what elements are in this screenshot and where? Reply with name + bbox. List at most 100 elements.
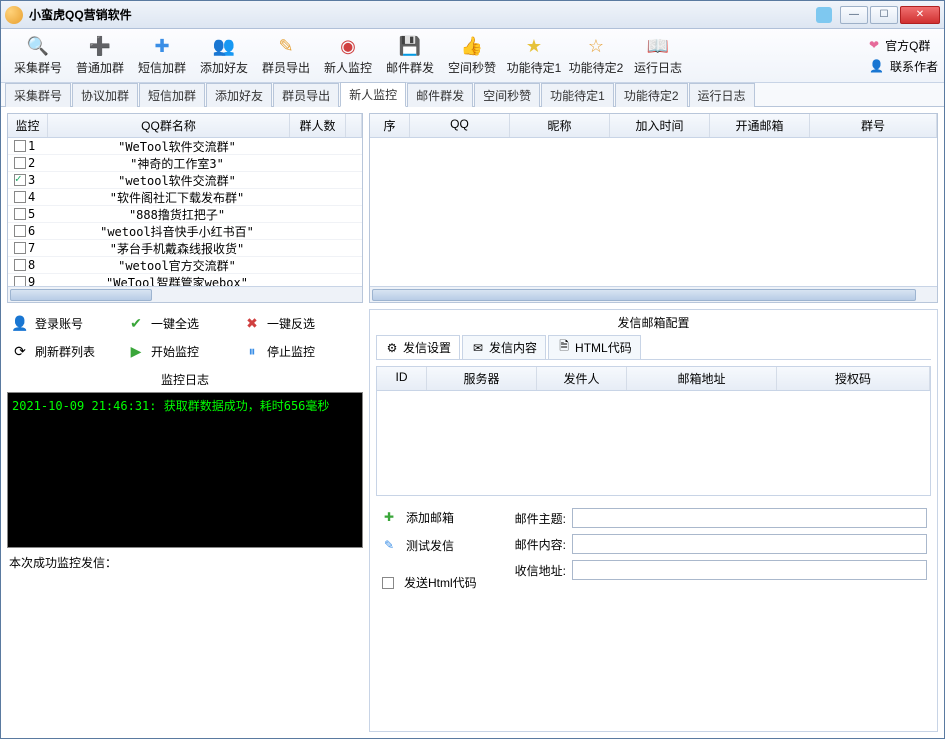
row-groupname: "软件阁社汇下载发布群" <box>48 189 306 206</box>
monitor-footer: 本次成功监控发信： <box>7 548 363 577</box>
maximize-button[interactable]: ☐ <box>870 6 898 24</box>
link-official-group[interactable]: ❤官方Q群 <box>869 37 938 54</box>
hscrollbar[interactable] <box>8 286 362 302</box>
btn-login-account[interactable]: 👤登录账号 <box>11 311 123 335</box>
result-grid-body[interactable] <box>370 138 937 286</box>
rcol-5[interactable]: 群号 <box>810 114 937 137</box>
main-toolbar: 🔍采集群号➕普通加群✚短信加群👥添加好友✎群员导出◉新人监控💾邮件群发👍空间秒赞… <box>1 29 944 83</box>
tool-export-members[interactable]: ✎群员导出 <box>255 35 317 76</box>
btn-add-mailbox[interactable]: ✚添加邮箱 <box>380 508 500 526</box>
row-checkbox[interactable] <box>14 191 26 203</box>
tab-2[interactable]: 短信加群 <box>139 83 205 107</box>
row-checkbox[interactable] <box>14 259 26 271</box>
row-checkbox[interactable] <box>14 174 26 186</box>
label-recv: 收信地址: <box>508 562 566 579</box>
monitor-log[interactable]: 2021-10-09 21:46:31: 获取群数据成功，耗时656毫秒 <box>7 392 363 548</box>
col-groupname[interactable]: QQ群名称 <box>48 114 290 137</box>
tab-0[interactable]: 采集群号 <box>5 83 71 107</box>
add-friend-icon: 👥 <box>213 35 235 57</box>
tab-6[interactable]: 邮件群发 <box>407 83 473 107</box>
scol-0[interactable]: ID <box>377 367 427 390</box>
row-groupname: "茅台手机戴森线报收货" <box>48 240 306 257</box>
html-code-icon: 🗎 <box>557 341 571 355</box>
btn-invert-select[interactable]: ✖一键反选 <box>243 311 355 335</box>
close-button[interactable]: ✕ <box>900 6 940 24</box>
inner-tab-send-settings[interactable]: ⚙发信设置 <box>376 335 460 359</box>
table-row[interactable]: 7 "茅台手机戴森线报收货" <box>8 240 362 257</box>
table-row[interactable]: 5"888撸货扛把子" <box>8 206 362 223</box>
input-recv[interactable] <box>572 560 927 580</box>
invert-select-label: 一键反选 <box>267 315 315 332</box>
table-row[interactable]: 8"wetool官方交流群" <box>8 257 362 274</box>
tab-5[interactable]: 新人监控 <box>340 82 406 107</box>
table-row[interactable]: 1"WeTool软件交流群" <box>8 138 362 155</box>
hscrollbar-right[interactable] <box>370 286 937 302</box>
tool-space-like[interactable]: 👍空间秒赞 <box>441 35 503 76</box>
btn-start-monitor[interactable]: ▶开始监控 <box>127 339 239 363</box>
scol-1[interactable]: 服务器 <box>427 367 537 390</box>
tool-mail-send[interactable]: 💾邮件群发 <box>379 35 441 76</box>
tab-4[interactable]: 群员导出 <box>273 83 339 107</box>
inner-tab-html-code[interactable]: 🗎HTML代码 <box>548 335 641 359</box>
scol-4[interactable]: 授权码 <box>777 367 930 390</box>
tab-7[interactable]: 空间秒赞 <box>474 83 540 107</box>
tool-new-monitor[interactable]: ◉新人监控 <box>317 35 379 76</box>
table-row[interactable]: 9"WeTool智群管家webox" <box>8 274 362 286</box>
btn-select-all[interactable]: ✔一键全选 <box>127 311 239 335</box>
col-count[interactable]: 群人数 <box>290 114 346 137</box>
tool-collect-group[interactable]: 🔍采集群号 <box>7 35 69 76</box>
input-subject[interactable] <box>572 508 927 528</box>
btn-stop-monitor[interactable]: ⏸停止监控 <box>243 339 355 363</box>
tool-add-friend[interactable]: 👥添加好友 <box>193 35 255 76</box>
result-grid: 序QQ昵称加入时间开通邮箱群号 <box>369 113 938 303</box>
scol-2[interactable]: 发件人 <box>537 367 627 390</box>
row-checkbox[interactable] <box>14 225 26 237</box>
table-row[interactable]: 3"wetool软件交流群" <box>8 172 362 189</box>
gem-icon[interactable] <box>816 7 832 23</box>
btn-test-send[interactable]: ✎测试发信 <box>380 536 500 554</box>
rcol-2[interactable]: 昵称 <box>510 114 610 137</box>
table-row[interactable]: 2"神奇的工作室3" <box>8 155 362 172</box>
tab-3[interactable]: 添加好友 <box>206 83 272 107</box>
group-grid-header: 监控 QQ群名称 群人数 <box>8 114 362 138</box>
row-checkbox[interactable] <box>14 140 26 152</box>
row-number: 3 <box>28 173 35 187</box>
send-html-checkbox[interactable]: 发送Html代码 <box>380 574 500 591</box>
tab-9[interactable]: 功能待定2 <box>615 83 688 107</box>
field-recv: 收信地址: <box>508 560 927 580</box>
row-checkbox[interactable] <box>14 208 26 220</box>
rcol-4[interactable]: 开通邮箱 <box>710 114 810 137</box>
row-groupname: "神奇的工作室3" <box>48 155 306 172</box>
server-grid-body[interactable] <box>377 391 930 495</box>
scol-3[interactable]: 邮箱地址 <box>627 367 777 390</box>
test-send-icon: ✎ <box>380 536 398 554</box>
minimize-button[interactable]: — <box>840 6 868 24</box>
tab-1[interactable]: 协议加群 <box>72 83 138 107</box>
row-checkbox[interactable] <box>14 276 26 286</box>
row-checkbox[interactable] <box>14 242 26 254</box>
group-grid-body[interactable]: 1"WeTool软件交流群"2"神奇的工作室3"3"wetool软件交流群"4 "… <box>8 138 362 286</box>
inner-tab-send-content[interactable]: ✉发信内容 <box>462 335 546 359</box>
checkbox-icon[interactable] <box>382 577 394 589</box>
rcol-1[interactable]: QQ <box>410 114 510 137</box>
table-row[interactable]: 6"wetool抖音快手小红书百" <box>8 223 362 240</box>
rcol-3[interactable]: 加入时间 <box>610 114 710 137</box>
send-content-icon: ✉ <box>471 341 485 355</box>
tool-placeholder2[interactable]: ☆功能待定2 <box>565 35 627 76</box>
rcol-0[interactable]: 序 <box>370 114 410 137</box>
tool-placeholder1[interactable]: ★功能待定1 <box>503 35 565 76</box>
tab-8[interactable]: 功能待定1 <box>541 83 614 107</box>
space-like-label: 空间秒赞 <box>448 59 496 76</box>
tab-10[interactable]: 运行日志 <box>689 83 755 107</box>
row-number: 4 <box>28 190 35 204</box>
tool-sms-join[interactable]: ✚短信加群 <box>131 35 193 76</box>
row-checkbox[interactable] <box>14 157 26 169</box>
btn-refresh-groups[interactable]: ⟳刷新群列表 <box>11 339 123 363</box>
tool-run-log[interactable]: 📖运行日志 <box>627 35 689 76</box>
table-row[interactable]: 4 "软件阁社汇下载发布群" <box>8 189 362 206</box>
link-contact-author[interactable]: 👤联系作者 <box>869 58 938 75</box>
col-monitor[interactable]: 监控 <box>8 114 48 137</box>
tool-normal-join[interactable]: ➕普通加群 <box>69 35 131 76</box>
input-content[interactable] <box>572 534 927 554</box>
row-number: 7 <box>28 241 35 255</box>
